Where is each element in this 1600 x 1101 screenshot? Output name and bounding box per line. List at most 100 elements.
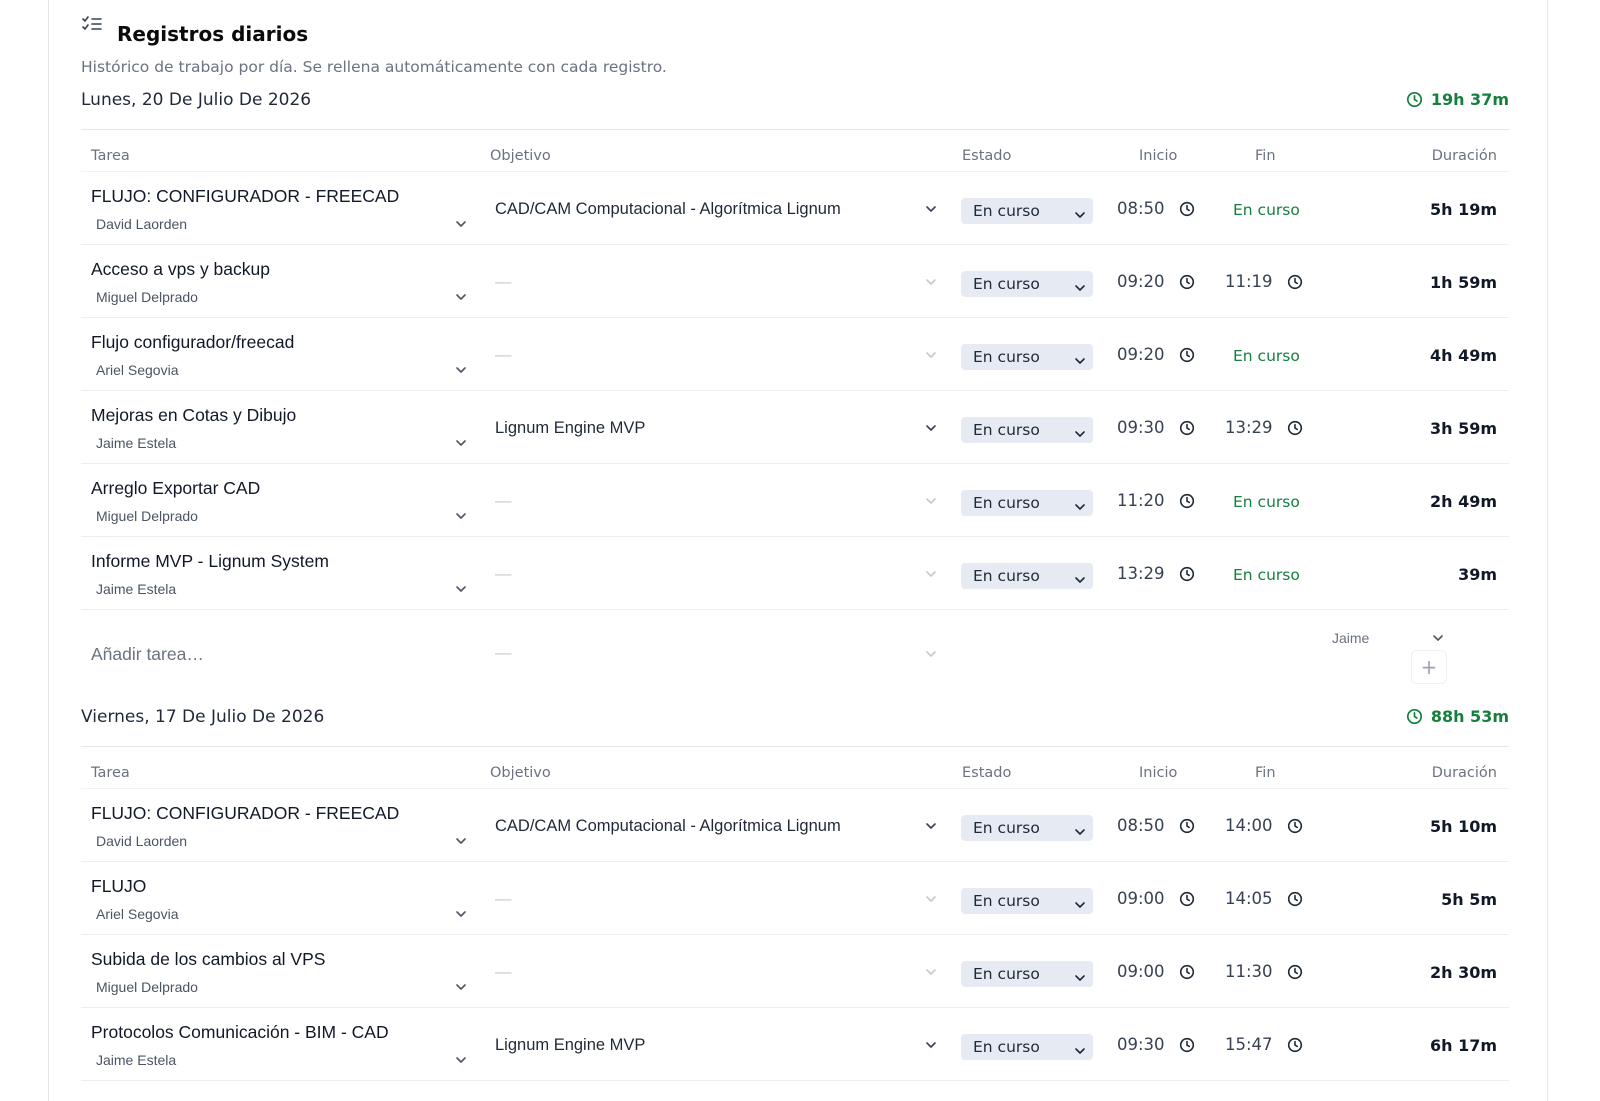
objective-select[interactable]: — (495, 565, 512, 584)
task-assignee[interactable]: Miguel Delprado (96, 289, 198, 305)
task-name[interactable]: Informe MVP - Lignum System (91, 551, 329, 572)
task-assignee[interactable]: David Laorden (96, 833, 187, 849)
status-select[interactable]: En curso (961, 198, 1093, 224)
chevron-down-icon[interactable] (454, 435, 468, 449)
task-assignee[interactable]: Jaime Estela (96, 581, 176, 597)
clock-icon[interactable] (1287, 891, 1303, 907)
end-time[interactable]: 14:05 (1225, 889, 1273, 908)
start-time[interactable]: 09:30 (1117, 418, 1165, 437)
assignee-select[interactable]: Jaime (1332, 630, 1369, 646)
chevron-down-icon[interactable] (924, 274, 938, 288)
chevron-down-icon[interactable] (924, 347, 938, 361)
start-time[interactable]: 09:00 (1117, 889, 1165, 908)
add-task-button[interactable]: + (1411, 650, 1447, 684)
status-select[interactable]: En curso (961, 815, 1093, 841)
end-time[interactable]: 14:00 (1225, 816, 1273, 835)
chevron-down-icon[interactable] (924, 566, 938, 580)
chevron-down-icon[interactable] (924, 201, 938, 215)
clock-icon[interactable] (1287, 420, 1303, 436)
table-row: FLUJO Ariel Segovia — En curso 09:00 14:05 5h … (81, 862, 1509, 935)
clock-icon[interactable] (1287, 964, 1303, 980)
chevron-down-icon[interactable] (454, 1052, 468, 1066)
chevron-down-icon[interactable] (454, 979, 468, 993)
task-name[interactable]: Flujo configurador/freecad (91, 332, 294, 353)
objective-select[interactable]: — (495, 273, 512, 292)
task-assignee[interactable]: Jaime Estela (96, 1052, 176, 1068)
start-time[interactable]: 09:20 (1117, 272, 1165, 291)
chevron-down-icon[interactable] (924, 646, 938, 660)
objective-select[interactable]: CAD/CAM Computacional - Algorítmica Lign… (495, 200, 841, 219)
table-header: Tarea Objetivo Estado Inicio Fin Duración (81, 130, 1509, 172)
start-time[interactable]: 08:50 (1117, 199, 1165, 218)
clock-icon[interactable] (1179, 420, 1195, 436)
clock-icon[interactable] (1179, 818, 1195, 834)
objective-select[interactable]: Lignum Engine MVP (495, 1036, 645, 1055)
objective-select[interactable]: — (495, 890, 512, 909)
chevron-down-icon[interactable] (924, 420, 938, 434)
status-select[interactable]: En curso (961, 344, 1093, 370)
status-select[interactable]: En curso (961, 417, 1093, 443)
end-time[interactable]: 11:19 (1225, 272, 1273, 291)
task-name[interactable]: Arreglo Exportar CAD (91, 478, 260, 499)
task-assignee[interactable]: Ariel Segovia (96, 906, 179, 922)
task-assignee[interactable]: Ariel Segovia (96, 362, 179, 378)
clock-icon[interactable] (1287, 818, 1303, 834)
task-name[interactable]: Protocolos Comunicación - BIM - CAD (91, 1022, 389, 1043)
objective-select[interactable]: — (495, 963, 512, 982)
status-select[interactable]: En curso (961, 271, 1093, 297)
task-name[interactable]: FLUJO: CONFIGURADOR - FREECAD (91, 186, 399, 207)
end-time[interactable]: 13:29 (1225, 418, 1273, 437)
chevron-down-icon[interactable] (454, 508, 468, 522)
status-select[interactable]: En curso (961, 490, 1093, 516)
chevron-down-icon[interactable] (924, 493, 938, 507)
task-name[interactable]: FLUJO: CONFIGURADOR - FREECAD (91, 803, 399, 824)
start-time[interactable]: 08:50 (1117, 816, 1165, 835)
clock-icon[interactable] (1179, 566, 1195, 582)
start-time[interactable]: 09:00 (1117, 962, 1165, 981)
chevron-down-icon[interactable] (454, 906, 468, 920)
clock-icon[interactable] (1179, 1037, 1195, 1053)
chevron-down-icon[interactable] (924, 1037, 938, 1051)
chevron-down-icon[interactable] (454, 581, 468, 595)
chevron-down-icon[interactable] (1431, 630, 1445, 644)
clock-icon[interactable] (1179, 347, 1195, 363)
clock-icon[interactable] (1179, 964, 1195, 980)
task-name[interactable]: Subida de los cambios al VPS (91, 949, 325, 970)
chevron-down-icon[interactable] (454, 833, 468, 847)
status-select[interactable]: En curso (961, 888, 1093, 914)
chevron-down-icon[interactable] (924, 891, 938, 905)
chevron-down-icon[interactable] (454, 216, 468, 230)
clock-icon[interactable] (1179, 891, 1195, 907)
objective-select[interactable]: CAD/CAM Computacional - Algorítmica Lign… (495, 817, 841, 836)
status-select[interactable]: En curso (961, 961, 1093, 987)
task-assignee[interactable]: David Laorden (96, 216, 187, 232)
clock-icon[interactable] (1179, 274, 1195, 290)
chevron-down-icon[interactable] (924, 964, 938, 978)
task-assignee[interactable]: Jaime Estela (96, 435, 176, 451)
clock-icon[interactable] (1179, 201, 1195, 217)
start-time[interactable]: 11:20 (1117, 491, 1165, 510)
chevron-down-icon[interactable] (924, 818, 938, 832)
objective-select[interactable]: Lignum Engine MVP (495, 419, 645, 438)
add-task-input[interactable]: Añadir tarea… (91, 644, 204, 665)
clock-icon[interactable] (1179, 493, 1195, 509)
objective-select[interactable]: — (495, 346, 512, 365)
task-assignee[interactable]: Miguel Delprado (96, 979, 198, 995)
task-name[interactable]: Acceso a vps y backup (91, 259, 270, 280)
end-time[interactable]: 15:47 (1225, 1035, 1273, 1054)
objective-select[interactable]: — (495, 644, 512, 663)
end-time[interactable]: 11:30 (1225, 962, 1273, 981)
start-time[interactable]: 13:29 (1117, 564, 1165, 583)
chevron-down-icon[interactable] (454, 362, 468, 376)
objective-select[interactable]: — (495, 492, 512, 511)
status-select[interactable]: En curso (961, 1034, 1093, 1060)
task-assignee[interactable]: Miguel Delprado (96, 508, 198, 524)
status-select[interactable]: En curso (961, 563, 1093, 589)
start-time[interactable]: 09:20 (1117, 345, 1165, 364)
task-name[interactable]: Mejoras en Cotas y Dibujo (91, 405, 296, 426)
clock-icon[interactable] (1287, 274, 1303, 290)
clock-icon[interactable] (1287, 1037, 1303, 1053)
chevron-down-icon[interactable] (454, 289, 468, 303)
start-time[interactable]: 09:30 (1117, 1035, 1165, 1054)
task-name[interactable]: FLUJO (91, 876, 146, 897)
